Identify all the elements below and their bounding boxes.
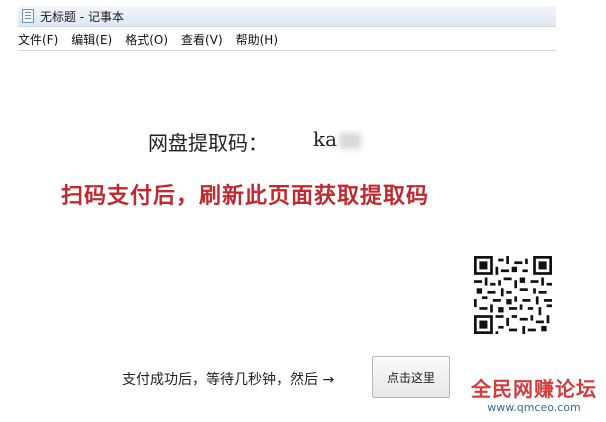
watermark-title: 全民网赚论坛	[471, 377, 597, 401]
instruction-text: 扫码支付后，刷新此页面获取提取码	[61, 184, 430, 209]
forum-watermark: 全民网赚论坛 www.qmceo.com	[470, 378, 598, 414]
menu-bar: 文件(F) 编辑(E) 格式(O) 查看(V) 帮助(H)	[18, 30, 556, 51]
menu-format[interactable]: 格式(O)	[125, 30, 168, 50]
payment-qr-code[interactable]	[474, 256, 552, 334]
extract-code-label: 网盘提取码：	[148, 131, 268, 155]
extract-code-value: ka	[313, 127, 362, 151]
menu-file[interactable]: 文件(F)	[18, 30, 58, 50]
menu-help[interactable]: 帮助(H)	[236, 30, 278, 50]
watermark-url: www.qmceo.com	[487, 401, 581, 414]
notepad-icon	[22, 9, 34, 23]
window-title: 无标题 - 记事本	[40, 9, 124, 24]
qr-code-graphic	[474, 256, 552, 334]
blurred-code-mask	[339, 132, 362, 149]
menu-view[interactable]: 查看(V)	[181, 30, 223, 50]
window-titlebar: 无标题 - 记事本	[18, 6, 556, 27]
click-here-button[interactable]: 点击这里	[372, 356, 450, 398]
after-payment-text: 支付成功后，等待几秒钟，然后 →	[122, 372, 335, 388]
extract-code-text: ka	[313, 127, 338, 151]
menu-edit[interactable]: 编辑(E)	[71, 30, 112, 50]
